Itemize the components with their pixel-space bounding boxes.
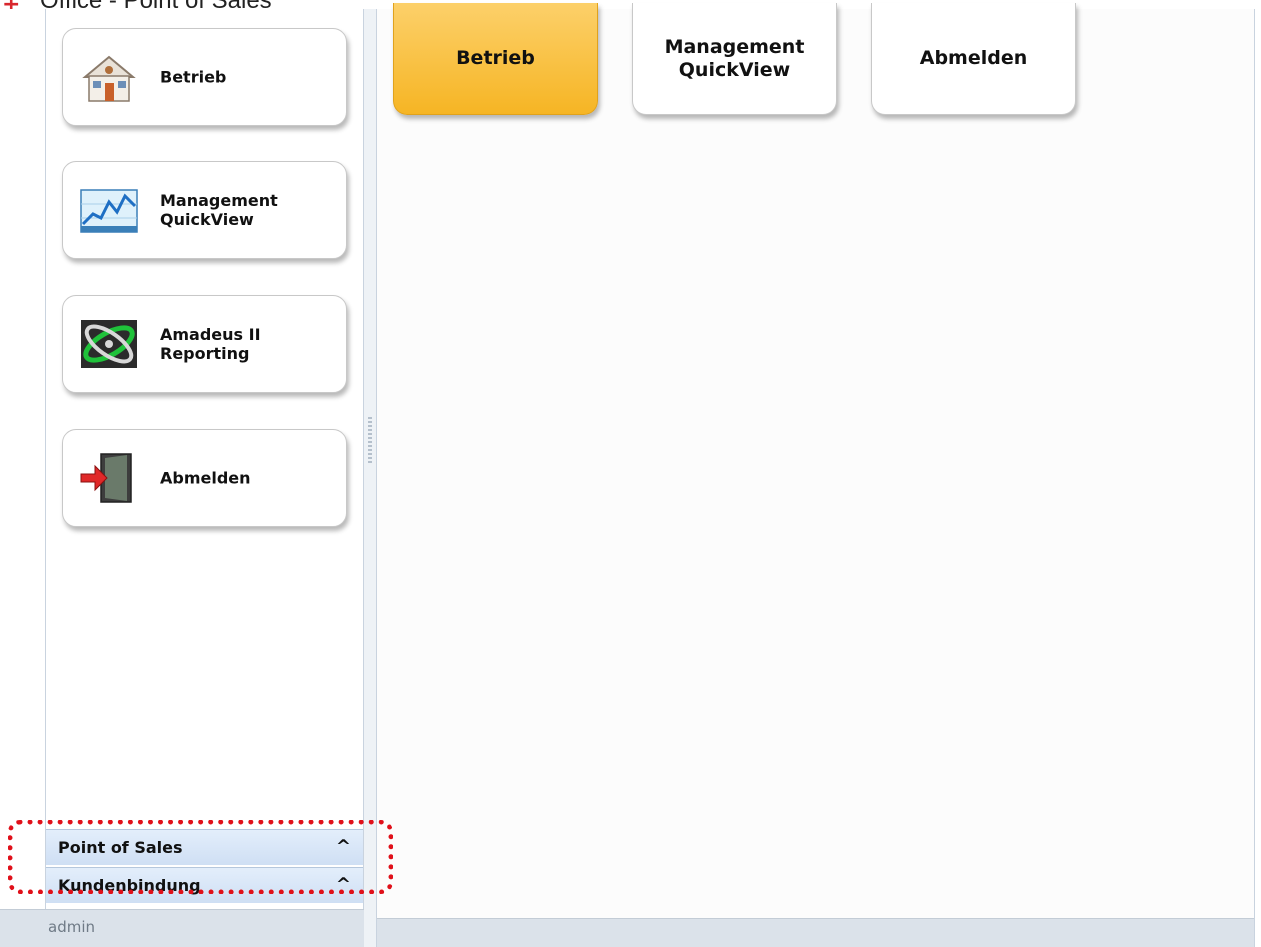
- line-chart-icon: [80, 189, 138, 233]
- section-point-of-sales[interactable]: Point of Sales ^: [46, 829, 363, 865]
- sidebar-item-abmelden[interactable]: Abmelden: [62, 429, 347, 527]
- section-label: Kundenbindung: [58, 876, 201, 895]
- tile-abmelden[interactable]: Abmelden: [871, 3, 1076, 115]
- sidebar-item-amadeus-reporting[interactable]: Amadeus II Reporting: [62, 295, 347, 393]
- splitter-grip-icon[interactable]: [368, 417, 372, 465]
- sidebar-item-betrieb[interactable]: Betrieb: [62, 28, 347, 126]
- tile-label: Management QuickView: [664, 35, 805, 81]
- sidebar-item-management-quickview[interactable]: Management QuickView: [62, 161, 347, 259]
- tile-management-quickview[interactable]: Management QuickView: [632, 3, 837, 115]
- tile-betrieb[interactable]: Betrieb: [393, 3, 598, 115]
- sidebar: Betrieb Management QuickView Amadeus II …: [45, 9, 364, 918]
- sidebar-item-label: Amadeus II Reporting: [160, 325, 261, 363]
- logout-door-icon: [80, 453, 132, 503]
- current-user: admin: [48, 918, 95, 936]
- main-content: Betrieb Management QuickView Abmelden: [377, 3, 1254, 918]
- content-border: [1254, 9, 1255, 947]
- app-logo-icon: +: [2, 0, 20, 9]
- sidebar-item-label: Betrieb: [160, 67, 227, 87]
- chevron-up-icon[interactable]: ^: [336, 836, 351, 857]
- house-icon: [82, 55, 136, 102]
- orbit-logo-icon: [81, 320, 137, 368]
- status-bar: [377, 918, 1254, 947]
- sidebar-item-label: Abmelden: [160, 468, 251, 488]
- tile-label: Betrieb: [456, 47, 535, 69]
- sidebar-item-label: Management QuickView: [160, 191, 278, 229]
- window-title: Office - Point of Sales: [40, 0, 272, 9]
- chevron-up-icon[interactable]: ^: [336, 874, 351, 895]
- user-status-bar: admin: [0, 909, 366, 947]
- section-kundenbindung[interactable]: Kundenbindung ^: [46, 867, 363, 903]
- panel-splitter[interactable]: [364, 9, 377, 947]
- section-label: Point of Sales: [58, 838, 183, 857]
- tile-label: Abmelden: [919, 47, 1028, 69]
